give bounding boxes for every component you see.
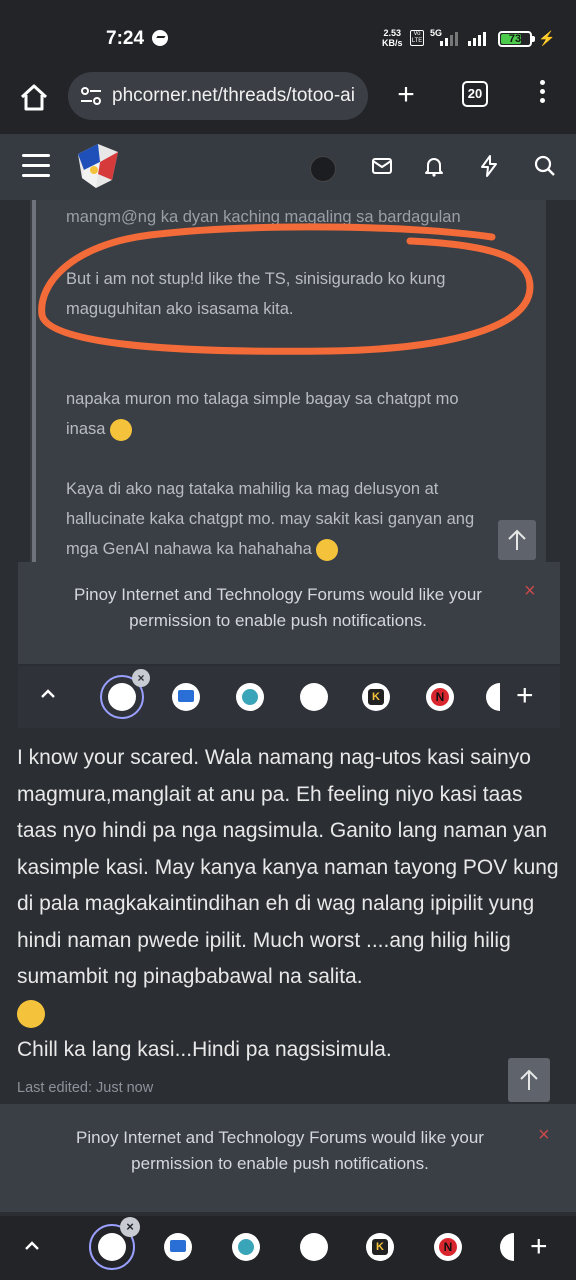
battery-level: 73 [508, 33, 522, 45]
user-avatar[interactable] [310, 156, 336, 182]
quote-line: napaka muron mo talaga simple bagay sa c… [66, 390, 459, 408]
quote-line: mga GenAI nahawa ka hahahaha [66, 540, 312, 558]
overflow-menu-icon[interactable] [536, 80, 548, 110]
close-icon[interactable]: × [120, 1217, 140, 1237]
new-tab-button[interactable]: + [390, 80, 422, 110]
tab-dock-bottom: × K N + [0, 1216, 576, 1280]
dock-item-phcorner[interactable]: × [89, 1217, 140, 1270]
charging-icon: ⚡ [538, 30, 556, 46]
chevron-up-icon[interactable] [24, 1238, 40, 1254]
push-notice-line: Pinoy Internet and Technology Forums wou… [76, 1128, 484, 1147]
blank-app-icon [300, 1233, 328, 1261]
tab-dock: × K N + [18, 666, 560, 728]
inbox-icon[interactable] [370, 154, 394, 178]
push-notification-banner: Pinoy Internet and Technology Forums wou… [18, 562, 560, 664]
post-paragraph: I know your scared. Wala namang nag-utos… [17, 746, 559, 988]
dock-add-button[interactable]: + [516, 676, 534, 716]
dock-item-k[interactable]: K [360, 1227, 400, 1267]
scroll-top-button[interactable] [498, 520, 536, 560]
search-icon[interactable] [533, 154, 557, 178]
dock-item-partial[interactable] [494, 1227, 514, 1267]
dock-item-zoom[interactable] [226, 1227, 266, 1267]
dock-item-blank[interactable] [294, 1227, 334, 1267]
partial-app-icon [486, 683, 500, 711]
dock-add-button[interactable]: + [530, 1227, 548, 1267]
post-paragraph: Chill ka lang kasi...Hindi pa nagsisimul… [17, 1038, 392, 1061]
dock-item-zoom[interactable] [230, 677, 270, 717]
close-icon[interactable]: × [524, 580, 536, 603]
status-bar: 7:24 2.53 KB/s Vo LTE 5G 73 ⚡ [0, 0, 576, 72]
hamburger-menu-icon[interactable] [22, 154, 50, 178]
laughing-emoji-icon [316, 538, 339, 561]
site-logo[interactable] [72, 140, 124, 192]
dock-item-netflix[interactable]: N [420, 677, 460, 717]
scroll-top-button[interactable] [508, 1058, 550, 1102]
bell-icon[interactable] [422, 154, 446, 178]
tab-switcher-button[interactable]: 20 [462, 81, 488, 107]
push-notice-line: permission to enable push notifications. [131, 1154, 429, 1173]
dock-item-video[interactable] [158, 1227, 198, 1267]
dock-item-phcorner[interactable]: × [100, 669, 150, 719]
close-icon[interactable]: × [538, 1124, 550, 1147]
smirk-emoji-icon [17, 999, 45, 1028]
close-icon[interactable]: × [132, 669, 150, 687]
dock-item-k[interactable]: K [356, 677, 396, 717]
quote-line-with-emoji: mga GenAI nahawa ka hahahaha [66, 534, 536, 564]
phcorner-logo-icon [108, 683, 136, 711]
site-header [0, 134, 576, 200]
signal-icon [440, 30, 458, 46]
speed-value: 2.53 [383, 28, 402, 38]
status-time: 7:24 [106, 28, 145, 49]
dock-item-video[interactable] [166, 677, 206, 717]
signal-icon-2 [468, 30, 486, 46]
quote-line: inasa [66, 420, 106, 438]
blank-app-icon [300, 683, 328, 711]
speed-unit: KB/s [382, 38, 403, 48]
phcorner-logo-icon [98, 1233, 126, 1261]
address-bar[interactable]: phcorner.net/threads/totoo-ai [68, 72, 368, 120]
quote-line: hallucinate kaka chatgpt mo. may sakit k… [66, 510, 475, 528]
push-notice-text: Pinoy Internet and Technology Forums wou… [36, 582, 520, 634]
whats-new-icon[interactable] [477, 154, 501, 178]
quote-line-with-emoji: inasa [66, 414, 536, 444]
arrow-up-icon [520, 1069, 538, 1090]
last-edited-label: Last edited: Just now [17, 1080, 154, 1096]
dock-item-blank[interactable] [294, 677, 334, 717]
site-settings-icon[interactable] [80, 86, 102, 106]
dock-item-netflix[interactable]: N [428, 1227, 468, 1267]
quote-line: Kaya di ako nag tataka mahilig ka mag de… [66, 480, 439, 498]
partial-app-icon [500, 1233, 514, 1261]
battery-icon: 73 [498, 31, 532, 47]
url-text[interactable]: phcorner.net/threads/totoo-ai [112, 85, 358, 107]
network-speed: 2.53 KB/s [382, 28, 403, 48]
orange-highlight-circle [38, 223, 534, 355]
post-body: I know your scared. Wala namang nag-utos… [17, 740, 562, 1069]
browser-toolbar: phcorner.net/threads/totoo-ai + 20 [0, 72, 576, 134]
volte-icon: Vo LTE [410, 30, 424, 46]
push-notification-banner: Pinoy Internet and Technology Forums wou… [0, 1104, 576, 1212]
push-notice-line: Pinoy Internet and Technology Forums wou… [74, 585, 482, 604]
dock-item-partial[interactable] [480, 677, 500, 717]
arrow-up-icon [508, 529, 526, 550]
rofl-emoji-icon [110, 418, 133, 441]
push-notice-text: Pinoy Internet and Technology Forums wou… [30, 1125, 530, 1177]
messenger-icon [152, 30, 168, 46]
battery-tip [532, 36, 535, 42]
home-icon[interactable] [18, 82, 50, 114]
push-notice-line: permission to enable push notifications. [129, 611, 427, 630]
chevron-up-icon[interactable] [40, 686, 56, 702]
